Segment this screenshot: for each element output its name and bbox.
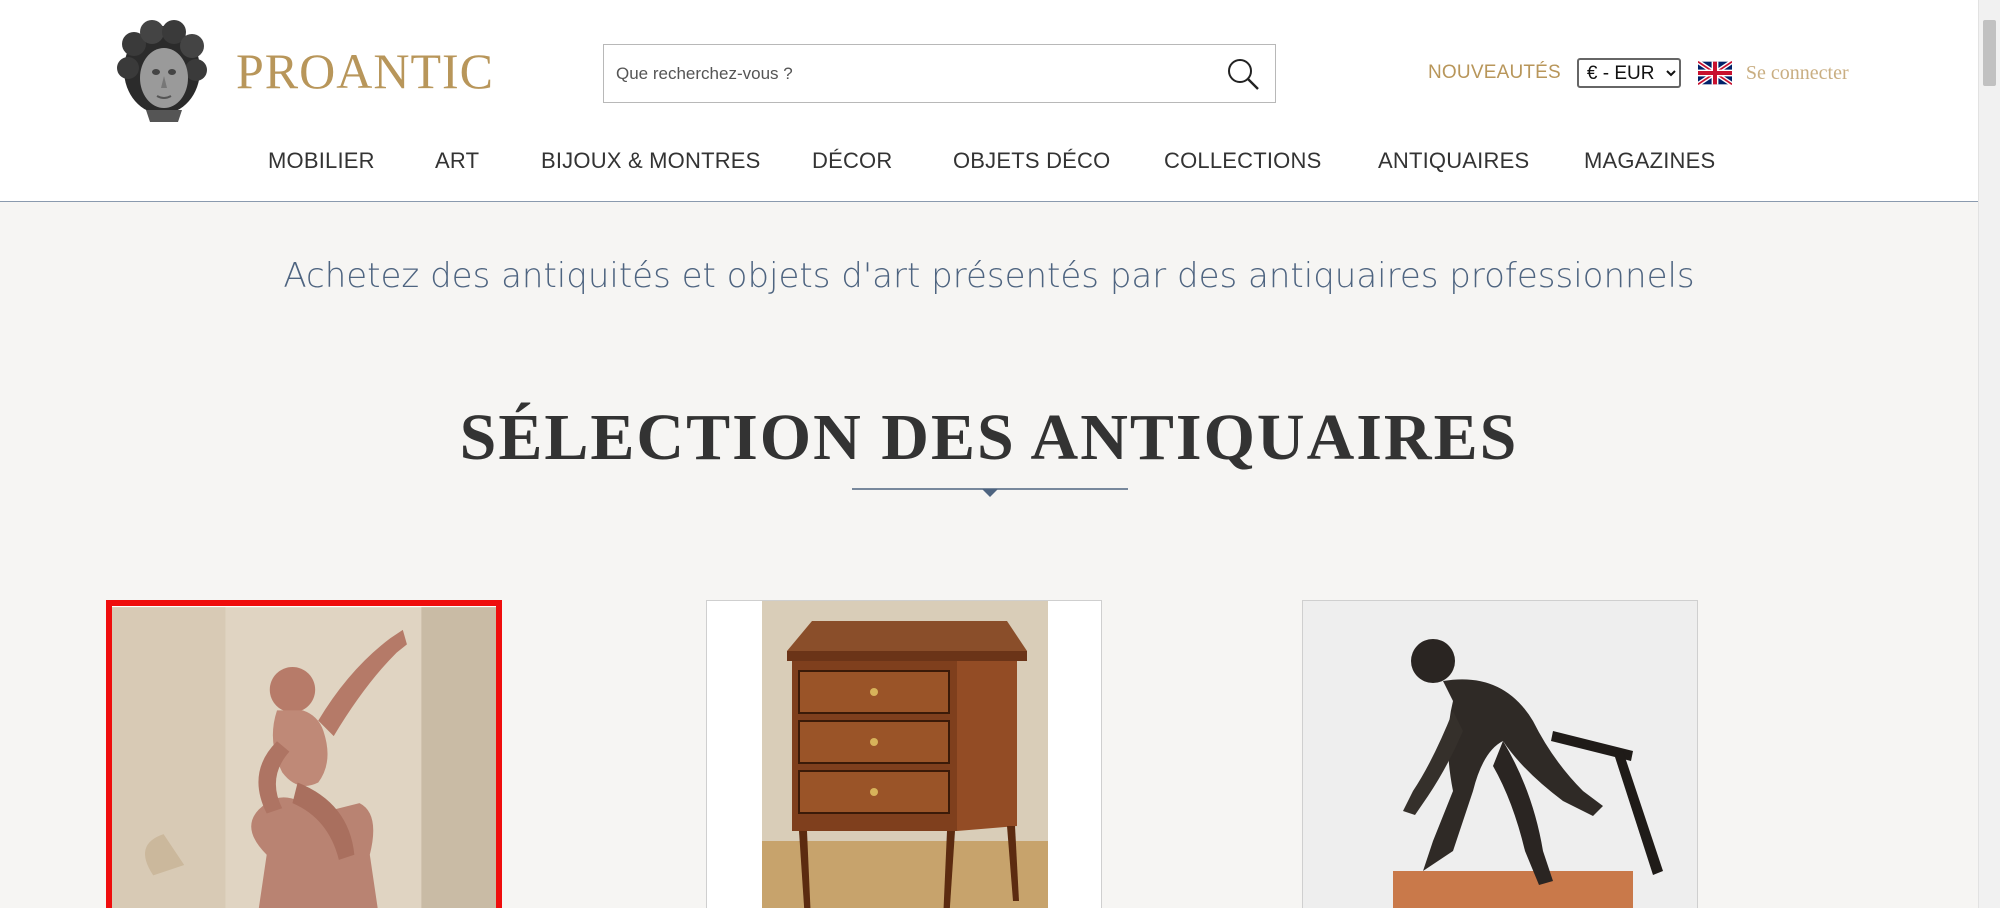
title-divider	[852, 488, 1128, 497]
nav-item-antiquaires[interactable]: ANTIQUAIRES	[1378, 148, 1529, 174]
page-tagline: Achetez des antiquités et objets d'art p…	[283, 256, 1695, 296]
vertical-scrollbar[interactable]	[1978, 0, 2000, 908]
search-icon	[1228, 58, 1259, 90]
nav-item-magazines[interactable]: MAGAZINES	[1584, 148, 1715, 174]
nav-item-decor[interactable]: DÉCOR	[812, 148, 892, 174]
news-link[interactable]: NOUVEAUTÉS	[1428, 62, 1561, 84]
nav-item-art[interactable]: ART	[435, 148, 479, 174]
logo-link[interactable]: PROANTIC	[112, 20, 494, 122]
section-title: SÉLECTION DES ANTIQUAIRES	[459, 401, 1519, 474]
site-header: PROANTIC NOUVEAUTÉS € - EUR Se connecter…	[0, 0, 1978, 202]
product-card-chevet-marqueterie[interactable]	[706, 600, 1102, 908]
scrollbar-thumb[interactable]	[1983, 20, 1996, 86]
search-bar	[603, 44, 1276, 103]
main-nav: MOBILIER ART BIJOUX & MONTRES DÉCOR OBJE…	[0, 148, 1978, 178]
search-button[interactable]	[1211, 45, 1275, 102]
nav-item-bijoux-montres[interactable]: BIJOUX & MONTRES	[541, 148, 761, 174]
login-link[interactable]: Se connecter	[1746, 62, 1849, 85]
product-card-bronze-sculpture[interactable]	[1302, 600, 1698, 908]
nav-item-objets-deco[interactable]: OBJETS DÉCO	[953, 148, 1110, 174]
logo-wordmark: PROANTIC	[236, 43, 495, 99]
product-image-bronze-figure	[1303, 601, 1697, 908]
bust-head-logo	[117, 20, 207, 122]
product-image-bedside-table	[707, 601, 1101, 908]
header-actions: NOUVEAUTÉS € - EUR Se connecter	[1428, 57, 1849, 89]
search-input[interactable]	[604, 45, 1211, 102]
product-image-sculpture	[112, 607, 496, 908]
product-card-sculpture-terracotta[interactable]	[106, 600, 502, 908]
nav-item-collections[interactable]: COLLECTIONS	[1164, 148, 1321, 174]
uk-flag-icon[interactable]	[1697, 60, 1732, 86]
nav-item-mobilier[interactable]: MOBILIER	[268, 148, 375, 174]
currency-select[interactable]: € - EUR	[1576, 58, 1681, 88]
